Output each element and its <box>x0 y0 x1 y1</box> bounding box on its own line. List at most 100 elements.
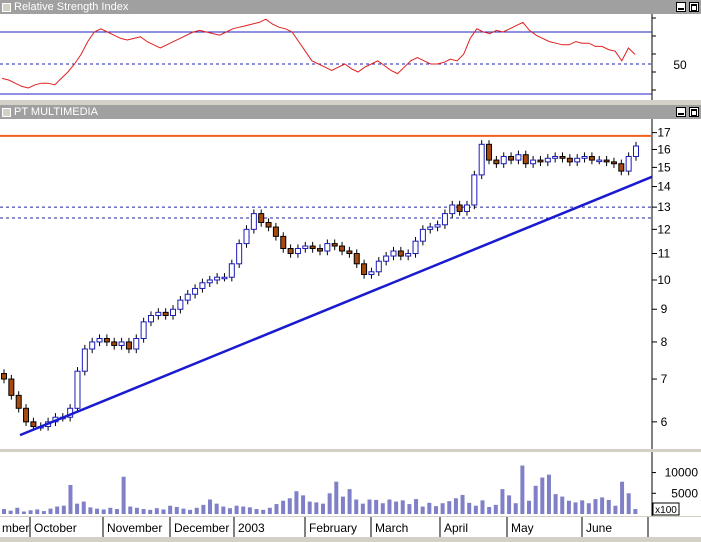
price-tick-label: 13 <box>657 200 671 214</box>
rsi-panel: 50 <box>0 14 701 100</box>
price-tick-label: 17 <box>657 126 671 140</box>
candle-down <box>15 394 22 409</box>
candle-down <box>30 421 37 428</box>
volume-bar <box>241 506 246 514</box>
candle-up <box>478 143 485 176</box>
candle-up <box>515 154 522 161</box>
candle-up <box>214 276 221 281</box>
candle-up <box>192 287 199 295</box>
volume-bar <box>414 499 419 514</box>
candle-down <box>23 407 30 423</box>
x-axis-label: 2003 <box>238 521 265 535</box>
price-tick-label: 8 <box>661 335 668 349</box>
volume-bar <box>367 499 372 514</box>
candle-up <box>530 159 537 165</box>
candle-down <box>486 143 493 161</box>
price-minimize-icon[interactable] <box>676 107 686 117</box>
candle-down <box>125 341 132 350</box>
price-tick-label: 11 <box>658 247 671 261</box>
panel-menu-icon[interactable] <box>2 3 11 12</box>
rsi-line <box>1 18 636 89</box>
volume-bar <box>354 499 359 514</box>
rsi-title-bar[interactable]: Relative Strength Index <box>0 0 701 14</box>
volume-panel: 10000 5000 x100 <box>0 452 701 516</box>
candle-down <box>537 159 544 163</box>
volume-bar <box>55 506 60 514</box>
volume-bar <box>21 511 26 514</box>
rsi-maximize-icon[interactable] <box>689 2 699 12</box>
volume-bar <box>194 507 199 514</box>
volume-bar <box>301 495 306 514</box>
volume-bar <box>493 504 498 514</box>
volume-bar <box>108 507 113 514</box>
candle-up <box>441 213 448 226</box>
volume-tick-label: 5000 <box>671 486 698 500</box>
candle-down <box>346 250 353 255</box>
volume-bar <box>141 509 146 514</box>
volume-bar <box>261 509 266 514</box>
volume-bar <box>334 481 339 514</box>
candle-up <box>302 245 309 250</box>
candle-up <box>427 226 434 230</box>
volume-bar <box>81 501 86 514</box>
volume-bar <box>214 503 219 514</box>
volume-bar <box>15 507 20 514</box>
x-axis-label: June <box>586 521 612 535</box>
volume-bar <box>61 505 66 514</box>
volume-bar <box>68 485 73 514</box>
candle-up <box>596 159 603 163</box>
volume-bar <box>247 507 252 514</box>
volume-bar <box>221 506 226 514</box>
candle-down <box>287 248 294 255</box>
volume-bar <box>114 509 119 514</box>
rsi-minimize-icon[interactable] <box>676 2 686 12</box>
candle-down <box>331 243 338 247</box>
volume-bar <box>188 509 193 514</box>
candle-up <box>81 348 88 372</box>
volume-bar <box>440 503 445 514</box>
volume-bar <box>48 508 53 514</box>
rsi-tick-label: 50 <box>673 58 687 72</box>
volume-bar <box>321 503 325 514</box>
candle-down <box>111 341 118 346</box>
volume-bar <box>174 506 179 514</box>
price-title-bar[interactable]: PT MULTIMEDIA <box>0 105 701 119</box>
volume-bar <box>553 494 558 514</box>
candle-up <box>412 240 419 255</box>
volume-bar <box>633 509 638 514</box>
price-maximize-icon[interactable] <box>689 107 699 117</box>
candle-down <box>309 245 316 250</box>
volume-bar <box>168 505 173 514</box>
volume-bar <box>566 500 571 514</box>
candle-up <box>177 299 184 310</box>
x-axis-labels: mber October November December 2003 February M… <box>2 517 649 537</box>
candle-down <box>353 253 360 265</box>
volume-bar <box>95 508 100 514</box>
candle-down <box>103 338 110 343</box>
price-tick-label: 7 <box>661 372 668 386</box>
candle-up <box>199 282 206 289</box>
candle-up <box>383 255 390 262</box>
candle-down <box>618 163 625 172</box>
volume-bar <box>128 506 133 514</box>
volume-bar <box>154 508 159 514</box>
volume-bar <box>360 503 365 514</box>
volume-bar <box>281 500 286 514</box>
volume-bar <box>307 501 312 514</box>
volume-bar <box>487 506 492 514</box>
rsi-chart: 50 <box>0 14 687 100</box>
volume-bar <box>387 499 392 514</box>
volume-bar <box>613 505 618 514</box>
price-panel: 17 16 15 14 13 12 11 10 9 8 7 6 <box>0 119 701 449</box>
candle-down <box>456 204 463 212</box>
volume-bar <box>327 493 332 514</box>
candle-up <box>236 243 243 265</box>
volume-bar <box>447 501 452 514</box>
volume-bar <box>533 485 538 514</box>
panel-menu-icon[interactable] <box>2 108 11 117</box>
volume-bar <box>433 506 438 514</box>
candle-down <box>339 245 346 252</box>
volume-bar <box>340 496 345 514</box>
candle-down <box>280 235 287 250</box>
candle-up <box>133 338 140 350</box>
